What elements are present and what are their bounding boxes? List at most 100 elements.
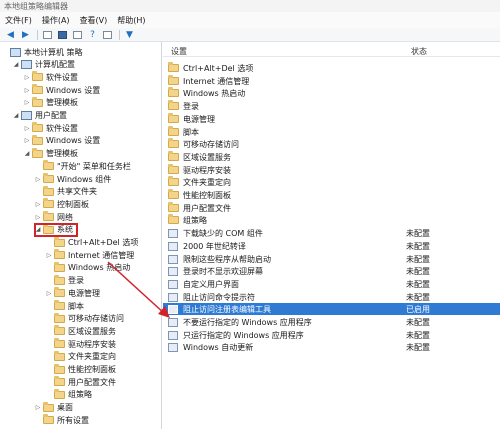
expand-toggle-icon[interactable]: ▷ <box>24 87 30 94</box>
list-row[interactable]: 登录时不显示欢迎屏幕 未配置 <box>163 265 500 277</box>
tree-item[interactable]: 文件夹重定向 <box>46 350 116 363</box>
up-folder-icon[interactable] <box>41 29 54 40</box>
properties-icon[interactable] <box>101 29 114 40</box>
tree-item[interactable]: 性能控制面板 <box>46 363 116 376</box>
tree-item[interactable]: 共享文件夹 <box>35 185 97 198</box>
expand-toggle-icon[interactable]: ▷ <box>24 99 30 106</box>
tree-item[interactable]: 脚本 <box>46 300 84 312</box>
menu-view[interactable]: 查看(V) <box>75 15 113 26</box>
tree-item[interactable]: ▷ 电源管理 <box>46 287 100 299</box>
list-row-name: 只运行指定的 Windows 应用程序 <box>183 330 304 340</box>
tree-item-label: Windows 组件 <box>57 174 112 184</box>
tree-item[interactable]: ▷ 控制面板 <box>35 198 89 210</box>
tree-item-label: 区域设置服务 <box>68 326 116 336</box>
toolbar-separator <box>119 29 120 40</box>
tree-item[interactable]: ▷ Windows 组件 <box>35 173 111 185</box>
tree-item[interactable]: 用户配置文件 <box>46 376 116 388</box>
tree-item[interactable]: 所有设置 <box>35 414 89 426</box>
folder-icon <box>54 261 65 272</box>
tree-item[interactable]: ▷ 管理模板 <box>24 96 78 109</box>
tree-item[interactable]: ▷ 桌面 <box>35 401 73 414</box>
export-list-icon[interactable] <box>71 29 84 40</box>
list-row[interactable]: Ctrl+Alt+Del 选项 <box>163 62 500 74</box>
tree-item[interactable]: Windows 热启动 <box>46 261 130 274</box>
list-row[interactable]: 阻止访问命令提示符 未配置 <box>163 291 500 303</box>
expand-toggle-icon[interactable]: ◢ <box>24 150 30 157</box>
tree-item-label: 文件夹重定向 <box>68 352 116 362</box>
tree-item[interactable]: 驱动程序安装 <box>46 338 116 350</box>
folder-icon <box>32 147 43 158</box>
tree-item[interactable]: ▷ 软件设置 <box>24 71 78 83</box>
tree-item[interactable]: 登录 <box>46 274 84 287</box>
tree-pane: 本地计算机 策略 ◢ 计算机配置 ▷ 软件设置 ▷ Windows 设置 ▷ 管理模板 ◢ 用户配置… <box>0 42 162 429</box>
tree-item[interactable]: ▷ 网络 <box>35 211 73 223</box>
folder-icon <box>43 173 54 183</box>
list-row[interactable]: 驱动程序安装 <box>163 163 500 176</box>
list-row[interactable]: 脚本 <box>163 125 500 138</box>
expand-toggle-icon[interactable]: ▷ <box>24 125 30 132</box>
menu-help[interactable]: 帮助(H) <box>112 15 150 26</box>
header-divider <box>163 56 500 57</box>
policy-icon <box>168 229 178 239</box>
folder-icon <box>32 96 43 107</box>
folder-icon <box>54 300 65 310</box>
folder-icon <box>54 350 65 361</box>
show-hide-tree-icon[interactable] <box>56 29 69 40</box>
expand-toggle-icon[interactable]: ▷ <box>24 74 30 81</box>
tree-item[interactable]: "开始" 菜单和任务栏 <box>35 160 131 172</box>
tree-item[interactable]: ▷ Internet 通信管理 <box>46 249 134 261</box>
list-row-selected[interactable]: 阻止访问注册表编辑工具 已启用 <box>163 303 500 316</box>
folder-icon <box>168 201 179 212</box>
list-row[interactable]: 2000 年世纪转译 未配置 <box>163 240 500 252</box>
tree-item[interactable]: ◢ 管理模板 <box>24 147 78 160</box>
forward-arrow-icon[interactable]: ▶ <box>19 29 32 40</box>
menu-action[interactable]: 操作(A) <box>37 15 75 26</box>
list-row[interactable]: 性能控制面板 <box>163 189 500 201</box>
tree-item-label: 桌面 <box>57 403 73 413</box>
list-row[interactable]: 只运行指定的 Windows 应用程序 未配置 <box>163 329 500 341</box>
tree-item[interactable]: 区域设置服务 <box>46 325 116 337</box>
filter-icon[interactable]: ▼ <box>123 29 136 40</box>
list-row[interactable]: 电源管理 <box>163 112 500 125</box>
folder-icon <box>168 112 179 123</box>
tree-item[interactable]: ▷ 软件设置 <box>24 122 78 134</box>
list-row[interactable]: Windows 热启动 <box>163 87 500 99</box>
list-row[interactable]: Windows 自动更新 未配置 <box>163 341 500 353</box>
list-row[interactable]: Internet 通信管理 <box>163 74 500 87</box>
tree-item[interactable]: 可移动存储访问 <box>46 312 124 325</box>
list-row[interactable]: 登录 <box>163 100 500 112</box>
list-row[interactable]: 限制这些程序从帮助启动 未配置 <box>163 253 500 265</box>
list-row[interactable]: 组策略 <box>163 214 500 226</box>
list-row[interactable]: 不要运行指定的 Windows 应用程序 未配置 <box>163 316 500 328</box>
menu-file[interactable]: 文件(F) <box>0 15 37 26</box>
list-row[interactable]: 自定义用户界面 未配置 <box>163 278 500 290</box>
list-row-name: 不要运行指定的 Windows 应用程序 <box>183 318 312 327</box>
expand-toggle-icon[interactable]: ◢ <box>13 112 19 119</box>
tree-item[interactable]: Ctrl+Alt+Del 选项 <box>46 236 138 249</box>
tree-item[interactable]: ◢ 计算机配置 <box>13 59 75 71</box>
tree-item[interactable]: ◢ 用户配置 <box>13 110 67 122</box>
policy-icon <box>168 279 178 289</box>
list-row[interactable]: 区域设置服务 <box>163 150 500 163</box>
help-icon[interactable]: ? <box>86 29 99 40</box>
tree-item[interactable]: ▷ Windows 设置 <box>24 134 100 147</box>
list-row[interactable]: 下载缺少的 COM 组件 未配置 <box>163 227 500 239</box>
tree-item[interactable]: 组策略 <box>46 388 92 401</box>
expand-toggle-icon[interactable]: ▷ <box>46 252 52 259</box>
expand-toggle-icon[interactable]: ▷ <box>35 201 41 208</box>
list-row-name: 自定义用户界面 <box>183 279 239 289</box>
back-arrow-icon[interactable]: ◀ <box>4 29 17 40</box>
expand-toggle-icon[interactable]: ▷ <box>35 404 41 411</box>
system-folder-highlight <box>34 223 78 237</box>
expand-toggle-icon[interactable]: ▷ <box>35 176 41 183</box>
expand-toggle-icon[interactable]: ▷ <box>35 214 41 221</box>
expand-toggle-icon[interactable]: ▷ <box>46 290 52 297</box>
list-row[interactable]: 用户配置文件 <box>163 201 500 214</box>
tree-item[interactable]: ▷ Windows 设置 <box>24 84 100 96</box>
tree-item-label: 性能控制面板 <box>68 365 116 374</box>
expand-toggle-icon[interactable]: ◢ <box>13 61 19 68</box>
list-row[interactable]: 可移动存储访问 <box>163 138 500 150</box>
list-row[interactable]: 文件夹重定向 <box>163 176 500 188</box>
tree-item[interactable]: 本地计算机 策略 <box>2 46 83 58</box>
expand-toggle-icon[interactable]: ▷ <box>24 137 30 144</box>
